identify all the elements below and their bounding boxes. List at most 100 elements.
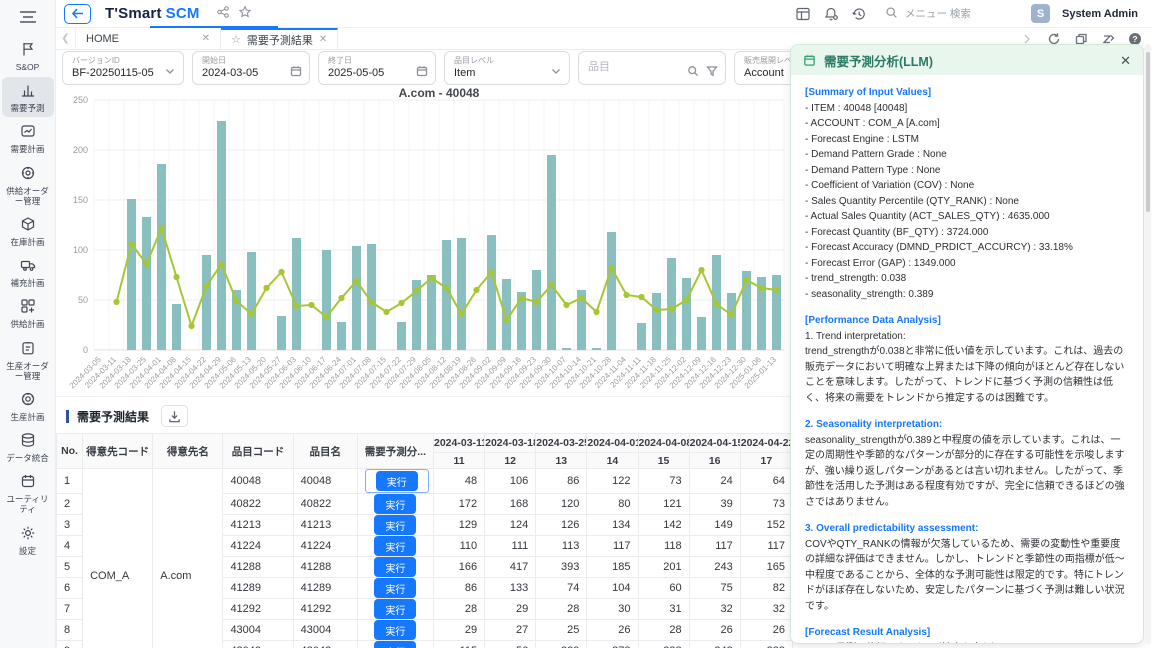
row-number: 1	[57, 469, 83, 494]
run-analysis-button[interactable]: 実行	[374, 599, 416, 619]
sidebar-item-clipboard[interactable]: 生産オーダー管理	[2, 335, 54, 385]
column-header: 品目コード	[223, 434, 293, 469]
point-2024-08-05	[428, 275, 434, 281]
end-date-field[interactable]: 終了日2025-05-05	[318, 51, 436, 85]
point-2024-03-11	[113, 299, 119, 305]
tab-star-icon[interactable]: ☆	[231, 33, 241, 46]
tab-close-icon[interactable]: ✕	[319, 34, 327, 45]
analysis-text: - Forecast Accuracy (DMND_PRDICT_ACCURCY…	[805, 240, 1129, 256]
bar-2024-07-22	[397, 322, 406, 350]
sidebar-item-truck[interactable]: 補充計画	[2, 252, 54, 292]
action-cell: 実行	[357, 536, 433, 557]
point-2024-07-29	[413, 288, 419, 294]
run-analysis-button[interactable]: 実行	[376, 471, 418, 491]
forecast-value-cell: 28	[638, 620, 689, 641]
sidebar-item-label: 在庫計画	[9, 237, 45, 247]
forecast-value-cell: 75	[689, 578, 740, 599]
sidebar-item-grid-plus[interactable]: 供給計画	[2, 293, 54, 333]
spreadsheet-icon[interactable]	[795, 6, 811, 22]
run-analysis-button[interactable]: 実行	[374, 557, 416, 577]
download-button[interactable]	[161, 405, 188, 427]
tab-home[interactable]: HOME✕	[76, 28, 221, 49]
logo-primary: T'Smart	[105, 5, 162, 22]
tab-forecast-result[interactable]: ☆需要予測結果✕	[221, 28, 338, 49]
run-analysis-button[interactable]: 実行	[374, 578, 416, 598]
point-2024-11-18	[653, 307, 659, 313]
chevron-down-icon[interactable]	[550, 65, 562, 77]
version-select[interactable]: バージョンIDBF-20250115-05	[62, 51, 184, 85]
item-level-select[interactable]: 品目レベルItem	[444, 51, 570, 85]
menu-search-input[interactable]	[905, 8, 1005, 20]
row-number: 7	[57, 599, 83, 620]
action-cell: 実行	[357, 578, 433, 599]
sidebar-item-flag[interactable]: S&OP	[2, 36, 54, 76]
panel-scrollbar[interactable]	[1145, 44, 1151, 644]
point-2024-10-07	[563, 302, 569, 308]
llm-panel-title: 需要予測分析(LLM)	[824, 51, 933, 70]
point-2024-09-09	[503, 317, 509, 323]
point-2024-07-01	[353, 278, 359, 284]
action-cell: 実行	[357, 515, 433, 536]
panel-scrollbar-thumb[interactable]	[1146, 52, 1150, 212]
sidebar-item-trend-box[interactable]: 需要計画	[2, 118, 54, 158]
column-header: 需要予測分...	[357, 434, 433, 469]
bar-2024-04-29	[217, 121, 226, 350]
run-analysis-button[interactable]: 実行	[374, 494, 416, 514]
favorite-star-icon[interactable]	[238, 5, 252, 22]
notification-bell-icon[interactable]	[823, 6, 839, 22]
sidebar-item-database[interactable]: データ統合	[2, 427, 54, 467]
row-number: 3	[57, 515, 83, 536]
user-name[interactable]: System Admin	[1062, 8, 1138, 20]
sidebar-item-order-gear[interactable]: 供給オーダー管理	[2, 160, 54, 210]
forecast-value-cell: 110	[434, 536, 485, 557]
forecast-value-cell: 26	[740, 620, 792, 641]
chevron-down-icon[interactable]	[164, 65, 176, 77]
sidebar-item-calendar[interactable]: ユーティリティ	[2, 468, 54, 518]
item-search-field[interactable]: 品目	[578, 51, 726, 85]
sidebar: S&OP需要予測需要計画供給オーダー管理在庫計画補充計画供給計画生産オーダー管理…	[0, 0, 56, 648]
flag-icon	[20, 41, 36, 60]
share-nodes-icon[interactable]	[216, 5, 230, 22]
sidebar-item-bar-chart[interactable]: 需要予測	[2, 77, 54, 117]
analysis-text: - Sales Quantity Percentile (QTY_RANK) :…	[805, 194, 1129, 210]
bar-2024-08-19	[457, 238, 466, 350]
tab-close-icon[interactable]: ✕	[202, 33, 210, 44]
search-filter-icon[interactable]	[687, 65, 718, 77]
forecast-value-cell: 29	[434, 620, 485, 641]
user-avatar[interactable]: S	[1031, 4, 1050, 23]
action-cell: 実行	[357, 469, 433, 494]
menu-burger-icon[interactable]	[18, 8, 38, 26]
action-cell: 実行	[357, 641, 433, 648]
table-row[interactable]: 1COM_AA.com4004840048実行4810686122732464	[57, 469, 793, 494]
item-code-cell: 43042	[223, 641, 293, 648]
run-analysis-button[interactable]: 実行	[374, 641, 416, 648]
forecast-value-cell: 168	[485, 494, 536, 515]
run-analysis-button[interactable]: 実行	[374, 620, 416, 640]
history-clock-icon[interactable]	[851, 6, 867, 22]
tabs-scroll-left-icon[interactable]: ❮	[56, 28, 76, 49]
forecast-value-cell: 243	[689, 557, 740, 578]
date-column-header: 2024-03-25	[536, 434, 587, 453]
field-value: 2024-03-05	[202, 67, 258, 79]
table-head: No.得意先コード得意先名品目コード品目名需要予測分...2024-03-112…	[57, 434, 793, 469]
sidebar-item-gear-circle[interactable]: 生産計画	[2, 386, 54, 426]
section-title-bar	[66, 410, 69, 423]
start-date-field[interactable]: 開始日2024-03-05	[192, 51, 310, 85]
run-analysis-button[interactable]: 実行	[374, 515, 416, 535]
grid-plus-icon	[20, 298, 36, 317]
point-2025-01-06	[758, 285, 764, 291]
item-code-cell: 40048	[223, 469, 293, 494]
close-icon[interactable]: ✕	[1120, 54, 1131, 67]
week-number-header: 12	[485, 453, 536, 469]
sidebar-item-box[interactable]: 在庫計画	[2, 211, 54, 251]
analysis-text: - Forecast Error (GAP) : 1349.000	[805, 256, 1129, 272]
calendar-icon[interactable]	[416, 65, 428, 77]
analysis-text: - trend_strength: 0.038	[805, 271, 1129, 287]
run-analysis-button[interactable]: 実行	[374, 536, 416, 556]
truck-icon	[20, 257, 36, 276]
sidebar-item-gear[interactable]: 設定	[2, 520, 54, 560]
row-number: 8	[57, 620, 83, 641]
calendar-icon[interactable]	[290, 65, 302, 77]
svg-text:0: 0	[83, 345, 88, 355]
back-button[interactable]	[64, 4, 91, 24]
